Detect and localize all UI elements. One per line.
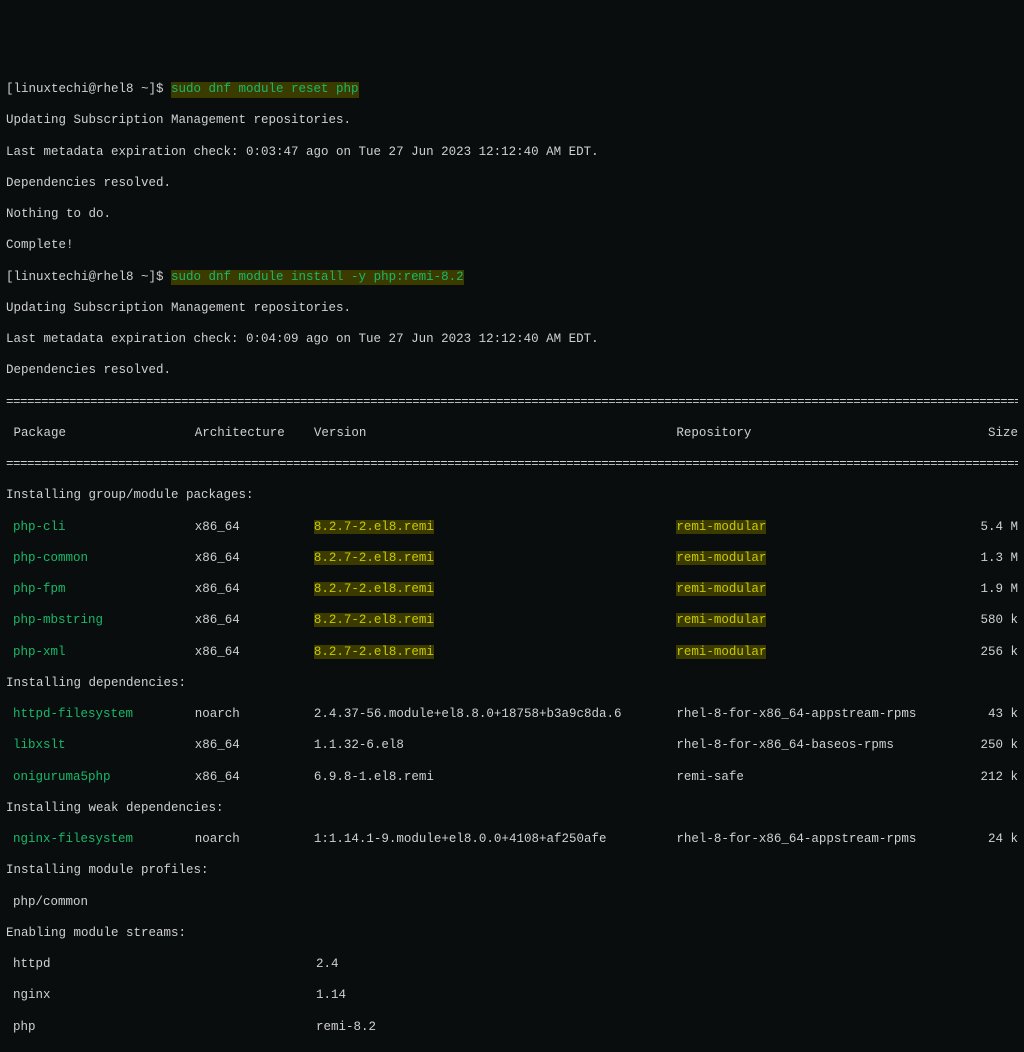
output-line: Dependencies resolved. (6, 176, 1018, 192)
pkg-row: php-clix86_648.2.7-2.el8.remi remi-modula… (6, 520, 1018, 536)
header-arch: Architecture (195, 426, 314, 442)
pkg-name: php-fpm (6, 582, 195, 598)
pkg-repo: remi-modular (676, 613, 766, 627)
pkg-row: php-fpmx86_648.2.7-2.el8.remi remi-modula… (6, 582, 1018, 598)
header-package: Package (6, 426, 195, 442)
pkg-size: 1.9 M (978, 582, 1018, 598)
stream-name: php (6, 1020, 196, 1036)
pkg-repo: rhel-8-for-x86_64-baseos-rpms (676, 738, 978, 754)
section-weak: Installing weak dependencies: (6, 801, 1018, 817)
stream-name: nginx (6, 988, 196, 1004)
pkg-repo: remi-modular (676, 551, 766, 565)
pkg-arch: x86_64 (195, 770, 314, 786)
output-line: Last metadata expiration check: 0:04:09 … (6, 332, 1018, 348)
pkg-version: 6.9.8-1.el8.remi (314, 770, 676, 786)
header-size: Size (978, 426, 1018, 442)
pkg-name: php-cli (6, 520, 195, 536)
command-install: sudo dnf module install -y php:remi-8.2 (171, 270, 464, 286)
pkg-repo: remi-modular (676, 645, 766, 659)
section-group: Installing group/module packages: (6, 488, 1018, 504)
pkg-row: libxsltx86_641.1.32-6.el8rhel-8-for-x86_… (6, 738, 1018, 754)
pkg-version: 8.2.7-2.el8.remi (314, 551, 434, 565)
output-line: Last metadata expiration check: 0:03:47 … (6, 145, 1018, 161)
section-deps: Installing dependencies: (6, 676, 1018, 692)
pkg-arch: noarch (195, 832, 314, 848)
table-header: PackageArchitectureVersionRepositorySize (6, 426, 1018, 442)
pkg-repo: remi-modular (676, 582, 766, 596)
pkg-arch: x86_64 (195, 645, 314, 661)
pkg-name: oniguruma5php (6, 770, 195, 786)
section-streams: Enabling module streams: (6, 926, 1018, 942)
pkg-name: php-common (6, 551, 195, 567)
blank-line (6, 1051, 1018, 1052)
output-line: Complete! (6, 238, 1018, 254)
pkg-size: 1.3 M (978, 551, 1018, 567)
pkg-arch: x86_64 (195, 613, 314, 629)
command-reset: sudo dnf module reset php (171, 82, 359, 98)
pkg-name: php-xml (6, 645, 195, 661)
pkg-arch: x86_64 (195, 738, 314, 754)
separator: ========================================… (6, 457, 1018, 473)
pkg-name: nginx-filesystem (6, 832, 195, 848)
pkg-repo: rhel-8-for-x86_64-appstream-rpms (676, 707, 978, 723)
output-line: Updating Subscription Management reposit… (6, 301, 1018, 317)
separator: ========================================… (6, 395, 1018, 411)
pkg-arch: noarch (195, 707, 314, 723)
pkg-arch: x86_64 (195, 551, 314, 567)
stream-row: httpd 2.4 (6, 957, 1018, 973)
pkg-repo: remi-modular (676, 520, 766, 534)
stream-row: nginx 1.14 (6, 988, 1018, 1004)
profile-item: php/common (6, 895, 1018, 911)
pkg-repo: remi-safe (676, 770, 978, 786)
pkg-repo: rhel-8-for-x86_64-appstream-rpms (676, 832, 978, 848)
pkg-row: oniguruma5phpx86_646.9.8-1.el8.remiremi-… (6, 770, 1018, 786)
pkg-version: 1:1.14.1-9.module+el8.0.0+4108+af250afe (314, 832, 676, 848)
pkg-size: 43 k (978, 707, 1018, 723)
pkg-arch: x86_64 (195, 582, 314, 598)
output-line: Dependencies resolved. (6, 363, 1018, 379)
terminal-output: [linuxtechi@rhel8 ~]$ sudo dnf module re… (6, 67, 1018, 1052)
pkg-version: 8.2.7-2.el8.remi (314, 582, 434, 596)
pkg-version: 1.1.32-6.el8 (314, 738, 676, 754)
pkg-name: libxslt (6, 738, 195, 754)
pkg-version: 8.2.7-2.el8.remi (314, 645, 434, 659)
section-profiles: Installing module profiles: (6, 863, 1018, 879)
stream-version: 2.4 (316, 957, 681, 973)
pkg-row: php-commonx86_648.2.7-2.el8.remi remi-mod… (6, 551, 1018, 567)
pkg-name: httpd-filesystem (6, 707, 195, 723)
stream-version: 1.14 (316, 988, 681, 1004)
output-line: Nothing to do. (6, 207, 1018, 223)
pkg-row: httpd-filesystemnoarch2.4.37-56.module+e… (6, 707, 1018, 723)
pkg-row: php-mbstringx86_648.2.7-2.el8.remi remi-m… (6, 613, 1018, 629)
shell-prompt: [linuxtechi@rhel8 ~]$ (6, 82, 171, 98)
pkg-name: php-mbstring (6, 613, 195, 629)
pkg-version: 8.2.7-2.el8.remi (314, 520, 434, 534)
header-repo: Repository (676, 426, 978, 442)
pkg-size: 24 k (978, 832, 1018, 848)
pkg-arch: x86_64 (195, 520, 314, 536)
header-version: Version (314, 426, 677, 442)
pkg-row: php-xmlx86_648.2.7-2.el8.remi remi-modula… (6, 645, 1018, 661)
pkg-size: 580 k (978, 613, 1018, 629)
stream-version: remi-8.2 (316, 1020, 681, 1036)
output-line: Updating Subscription Management reposit… (6, 113, 1018, 129)
pkg-size: 256 k (978, 645, 1018, 661)
pkg-size: 5.4 M (978, 520, 1018, 536)
stream-row: php remi-8.2 (6, 1020, 1018, 1036)
pkg-row: nginx-filesystemnoarch1:1.14.1-9.module+… (6, 832, 1018, 848)
stream-name: httpd (6, 957, 196, 973)
shell-prompt: [linuxtechi@rhel8 ~]$ (6, 270, 171, 286)
pkg-version: 8.2.7-2.el8.remi (314, 613, 434, 627)
pkg-size: 250 k (978, 738, 1018, 754)
pkg-size: 212 k (978, 770, 1018, 786)
pkg-version: 2.4.37-56.module+el8.8.0+18758+b3a9c8da.… (314, 707, 676, 723)
